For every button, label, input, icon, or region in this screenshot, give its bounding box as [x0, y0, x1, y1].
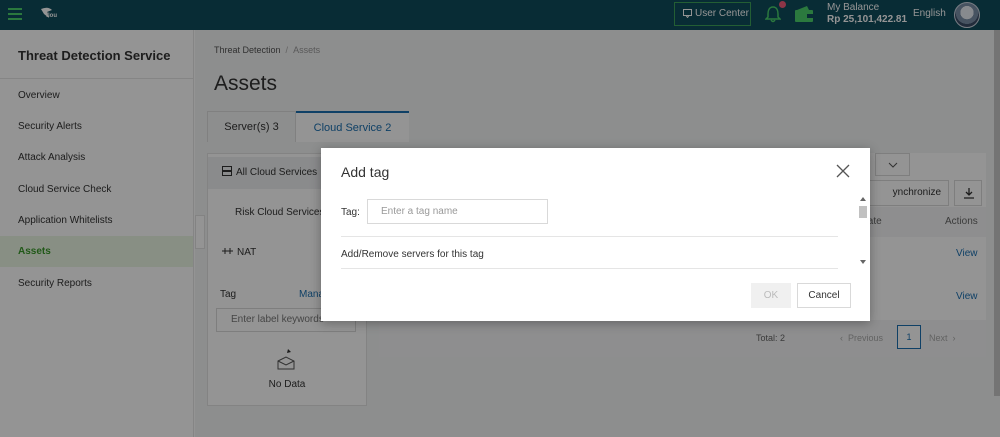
close-icon[interactable]	[836, 164, 850, 178]
tag-name-input[interactable]: Enter a tag name	[367, 199, 548, 224]
ok-button[interactable]: OK	[751, 283, 791, 308]
servers-section-label: Add/Remove servers for this tag	[341, 249, 484, 260]
dialog-scrollbar[interactable]	[858, 196, 868, 266]
dialog-title: Add tag	[341, 164, 390, 180]
scrollbar-thumb[interactable]	[859, 206, 867, 218]
add-tag-dialog: Add tag Tag: Enter a tag name Add/Remove…	[321, 148, 870, 321]
divider	[341, 268, 838, 269]
scroll-up-arrow[interactable]	[860, 197, 866, 201]
divider	[341, 236, 838, 237]
cancel-button[interactable]: Cancel	[797, 283, 851, 308]
scroll-down-arrow[interactable]	[860, 260, 866, 264]
tag-field-label: Tag:	[341, 207, 360, 218]
